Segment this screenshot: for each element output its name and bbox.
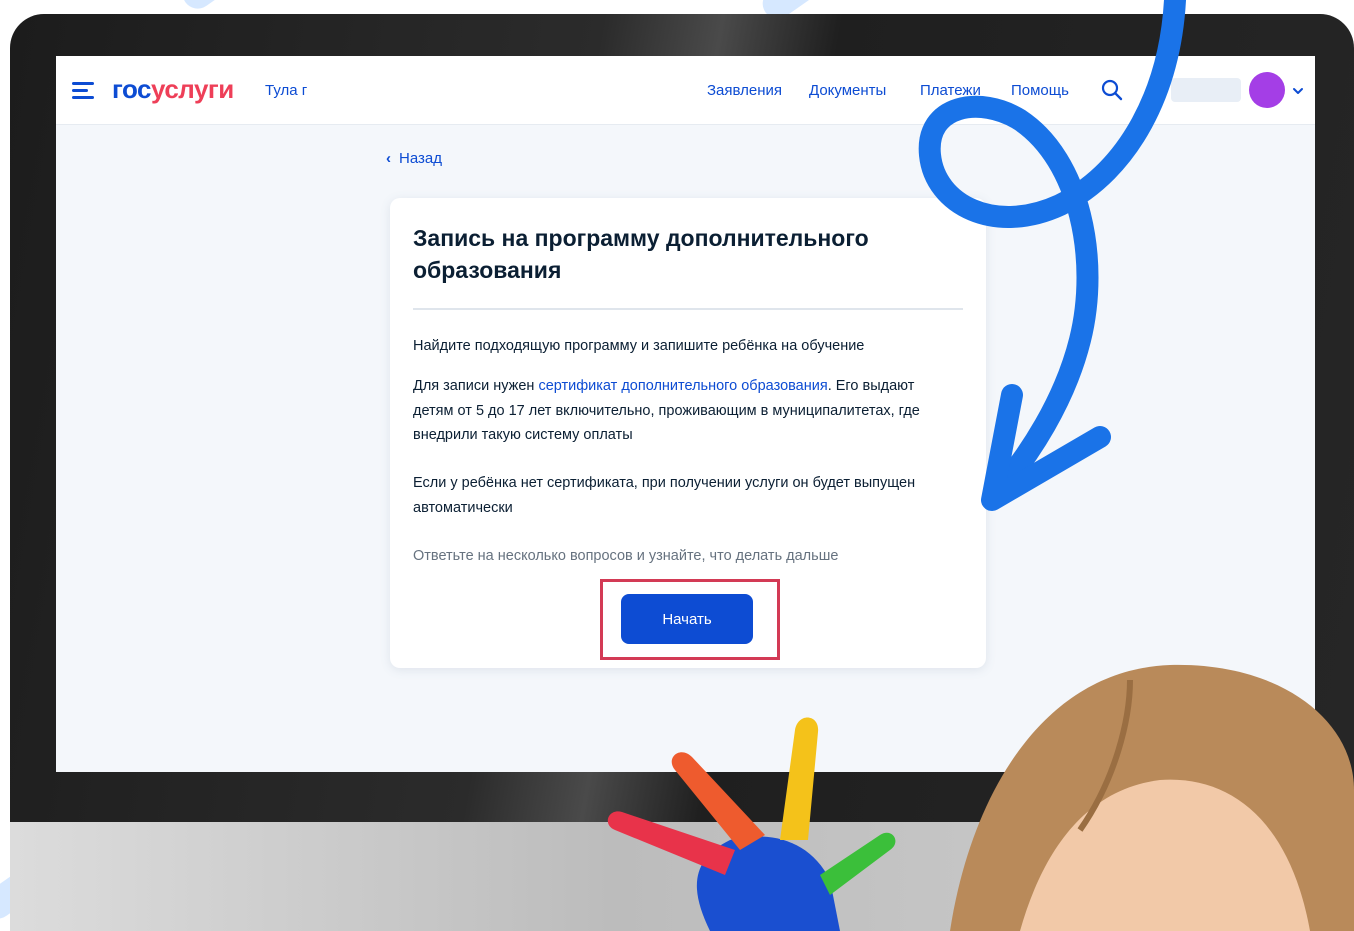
gosuslugi-logo[interactable]: госуслуги [112,74,234,105]
logo-part-gos: гос [112,74,152,104]
page-title: Запись на программу дополнительного обра… [413,225,869,283]
requirement-prefix: Для записи нужен [413,378,539,394]
service-card: Запись на программу дополнительного обра… [390,198,986,668]
back-link[interactable]: ‹ Назад [386,150,442,167]
logo-part-uslugi: услуги [151,74,234,104]
overlay-arrow-icon [918,0,1186,511]
city-selector[interactable]: Тула г [265,82,307,99]
background-decoration [176,0,244,15]
nav-documents[interactable]: Документы [809,82,886,99]
requirement-text: Для записи нужен сертификат дополнительн… [413,374,933,448]
chevron-down-icon[interactable] [1291,84,1305,98]
start-button[interactable]: Начать [621,594,753,644]
child-photo [950,664,1354,931]
back-link-label: Назад [399,150,442,167]
intro-text: Найдите подходящую программу и запишите … [413,338,865,354]
chevron-left-icon: ‹ [386,150,391,167]
hamburger-menu-icon[interactable] [72,82,94,100]
certificate-link[interactable]: сертификат дополнительного образования [538,378,827,394]
hint-text: Ответьте на несколько вопросов и узнайте… [413,548,839,564]
divider [413,308,963,310]
no-certificate-text: Если у ребёнка нет сертификата, при полу… [413,475,916,516]
painted-hand-image [607,717,896,931]
avatar[interactable] [1249,72,1285,108]
nav-applications[interactable]: Заявления [707,82,782,99]
